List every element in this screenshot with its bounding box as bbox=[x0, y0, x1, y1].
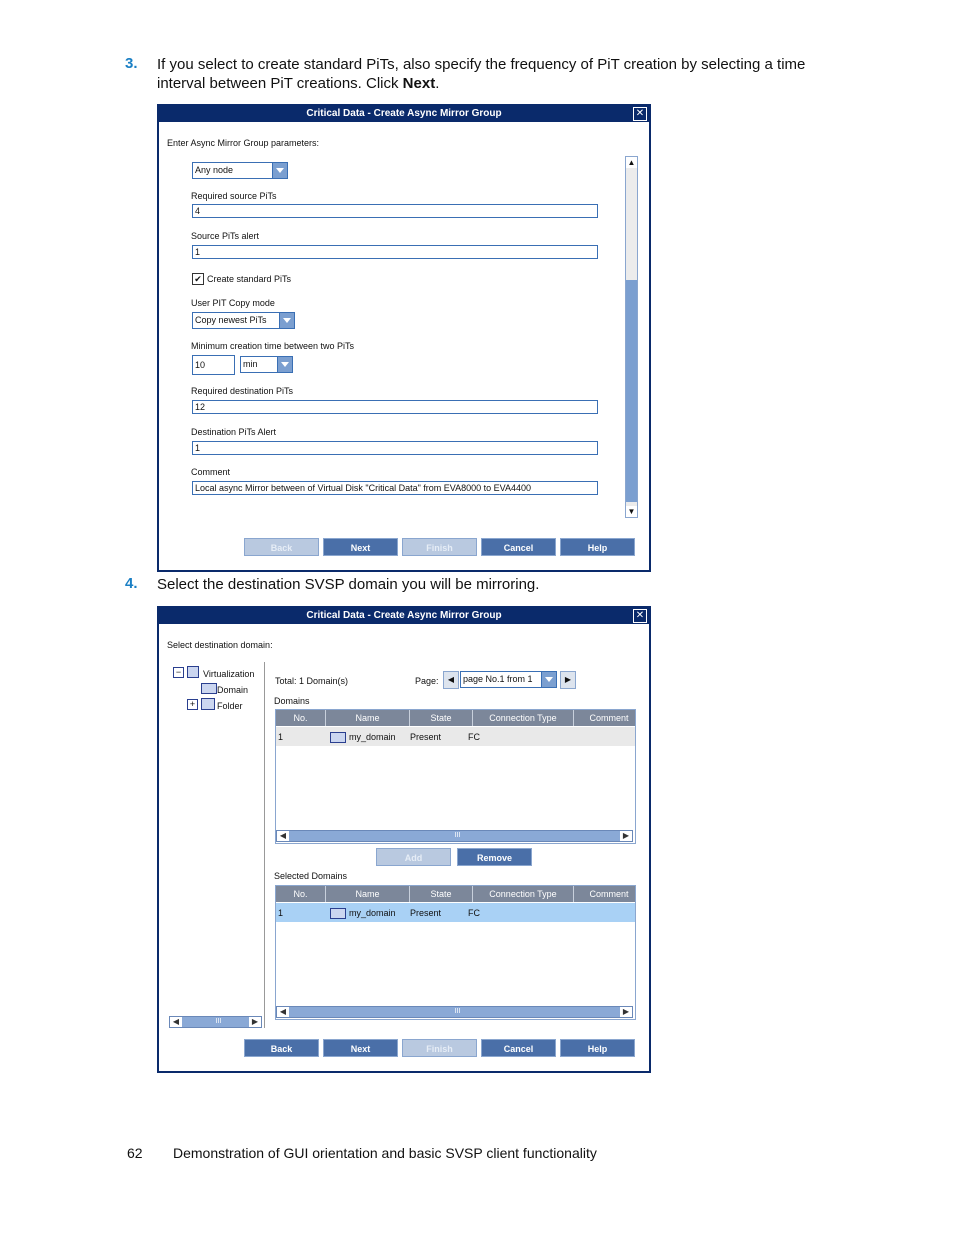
col-connection-type[interactable]: Connection Type bbox=[473, 886, 574, 902]
domains-table: No. Name State Connection Type Comment 1… bbox=[275, 709, 636, 844]
chevron-down-icon[interactable] bbox=[541, 672, 556, 687]
domains-label: Domains bbox=[274, 696, 310, 706]
row-no: 1 bbox=[278, 732, 284, 742]
selected-table-header: No. Name State Connection Type Comment bbox=[276, 886, 635, 902]
source-alert-field[interactable]: 1 bbox=[192, 245, 598, 259]
source-alert-label: Source PiTs alert bbox=[191, 231, 260, 241]
dest-alert-field[interactable]: 1 bbox=[192, 441, 598, 455]
col-state[interactable]: State bbox=[410, 710, 473, 726]
domains-table-header: No. Name State Connection Type Comment bbox=[276, 710, 635, 726]
cancel-button[interactable]: Cancel bbox=[481, 1039, 556, 1057]
selected-domains-table: No. Name State Connection Type Comment 1… bbox=[275, 885, 636, 1020]
step-3-number: 3. bbox=[125, 55, 138, 72]
finish-button[interactable]: Finish bbox=[402, 1039, 477, 1057]
copy-mode-select[interactable]: Copy newest PiTs bbox=[192, 312, 295, 329]
virtualization-icon bbox=[187, 666, 199, 678]
scroll-up-icon[interactable]: ▲ bbox=[626, 157, 637, 168]
create-async-mirror-dialog-2: Critical Data - Create Async Mirror Grou… bbox=[157, 606, 651, 1073]
tree-item-domain[interactable]: Domain bbox=[217, 685, 248, 695]
row-conn: FC bbox=[468, 732, 480, 742]
back-button[interactable]: Back bbox=[244, 538, 319, 556]
domain-icon bbox=[201, 683, 217, 694]
domains-horizontal-scrollbar[interactable]: ◀ III ▶ bbox=[276, 830, 633, 842]
chevron-down-icon[interactable] bbox=[279, 313, 294, 328]
scroll-thumb[interactable] bbox=[626, 280, 637, 502]
comment-label: Comment bbox=[191, 467, 231, 477]
page-label: Page: bbox=[415, 676, 439, 686]
row-no: 1 bbox=[278, 908, 284, 918]
chevron-down-icon[interactable] bbox=[272, 163, 287, 178]
step-4-text: Select the destination SVSP domain you w… bbox=[157, 576, 540, 593]
dialog-intro: Select destination domain: bbox=[167, 640, 273, 650]
create-async-mirror-dialog-1: Critical Data - Create Async Mirror Grou… bbox=[157, 104, 651, 572]
folder-icon bbox=[201, 698, 215, 710]
total-domains: Total: 1 Domain(s) bbox=[275, 676, 349, 686]
col-comment[interactable]: Comment bbox=[574, 886, 635, 902]
col-name[interactable]: Name bbox=[326, 886, 410, 902]
remove-button[interactable]: Remove bbox=[457, 848, 532, 866]
footer-text: Demonstration of GUI orientation and bas… bbox=[173, 1145, 597, 1161]
splitter[interactable] bbox=[264, 662, 265, 1028]
selected-horizontal-scrollbar[interactable]: ◀ III ▶ bbox=[276, 1006, 633, 1018]
scroll-down-icon[interactable]: ▼ bbox=[626, 506, 637, 517]
collapse-icon[interactable]: − bbox=[173, 667, 184, 678]
row-name: my_domain bbox=[330, 732, 396, 744]
copy-mode-label: User PIT Copy mode bbox=[191, 298, 275, 308]
dialog-title: Critical Data - Create Async Mirror Grou… bbox=[159, 608, 649, 624]
create-standard-checkbox[interactable]: ✔ bbox=[192, 273, 204, 285]
dialog-title: Critical Data - Create Async Mirror Grou… bbox=[159, 106, 649, 122]
required-source-field[interactable]: 4 bbox=[192, 204, 598, 218]
page-select[interactable]: page No.1 from 1 bbox=[460, 671, 557, 688]
cancel-button[interactable]: Cancel bbox=[481, 538, 556, 556]
finish-button[interactable]: Finish bbox=[402, 538, 477, 556]
comment-field[interactable]: Local async Mirror between of Virtual Di… bbox=[192, 481, 598, 495]
table-row[interactable]: 1 my_domain Present FC bbox=[276, 727, 635, 746]
help-button[interactable]: Help bbox=[560, 538, 635, 556]
col-connection-type[interactable]: Connection Type bbox=[473, 710, 574, 726]
page-number: 62 bbox=[127, 1145, 143, 1161]
row-conn: FC bbox=[468, 908, 480, 918]
help-button[interactable]: Help bbox=[560, 1039, 635, 1057]
table-row[interactable]: 1 my_domain Present FC bbox=[276, 903, 635, 922]
expand-icon[interactable]: + bbox=[187, 699, 198, 710]
col-state[interactable]: State bbox=[410, 886, 473, 902]
next-button[interactable]: Next bbox=[323, 538, 398, 556]
tree-item-folder[interactable]: Folder bbox=[217, 701, 243, 711]
domain-icon bbox=[330, 732, 346, 744]
step-4-number: 4. bbox=[125, 575, 138, 592]
required-dest-field[interactable]: 12 bbox=[192, 400, 598, 414]
close-icon[interactable]: ✕ bbox=[633, 609, 647, 623]
create-standard-label: Create standard PiTs bbox=[207, 274, 292, 284]
required-dest-label: Required destination PiTs bbox=[191, 386, 294, 396]
vertical-scrollbar[interactable]: ▲ ▼ bbox=[625, 156, 638, 518]
min-time-unit-select[interactable]: min bbox=[240, 356, 293, 373]
dest-alert-label: Destination PiTs Alert bbox=[191, 427, 277, 437]
next-button[interactable]: Next bbox=[323, 1039, 398, 1057]
add-button[interactable]: Add bbox=[376, 848, 451, 866]
row-state: Present bbox=[410, 908, 442, 918]
chevron-down-icon[interactable] bbox=[277, 357, 292, 372]
dialog-intro: Enter Async Mirror Group parameters: bbox=[167, 138, 320, 148]
domain-icon bbox=[330, 908, 346, 920]
selected-domains-label: Selected Domains bbox=[274, 871, 348, 881]
tree-horizontal-scrollbar[interactable]: ◀ III ▶ bbox=[169, 1016, 262, 1028]
col-no[interactable]: No. bbox=[276, 886, 326, 902]
step-3-text: If you select to create standard PiTs, a… bbox=[157, 56, 806, 92]
tree-item-virtualization[interactable]: Virtualization bbox=[203, 669, 254, 679]
node-select[interactable]: Any node bbox=[192, 162, 288, 179]
row-name: my_domain bbox=[330, 908, 396, 920]
back-button[interactable]: Back bbox=[244, 1039, 319, 1057]
col-no[interactable]: No. bbox=[276, 710, 326, 726]
prev-page-icon[interactable]: ◀ bbox=[443, 671, 459, 689]
col-comment[interactable]: Comment bbox=[574, 710, 635, 726]
next-page-icon[interactable]: ▶ bbox=[560, 671, 576, 689]
min-time-field[interactable]: 10 bbox=[192, 355, 235, 375]
row-state: Present bbox=[410, 732, 442, 742]
close-icon[interactable]: ✕ bbox=[633, 107, 647, 121]
col-name[interactable]: Name bbox=[326, 710, 410, 726]
required-source-label: Required source PiTs bbox=[191, 191, 277, 201]
min-time-label: Minimum creation time between two PiTs bbox=[191, 341, 355, 351]
